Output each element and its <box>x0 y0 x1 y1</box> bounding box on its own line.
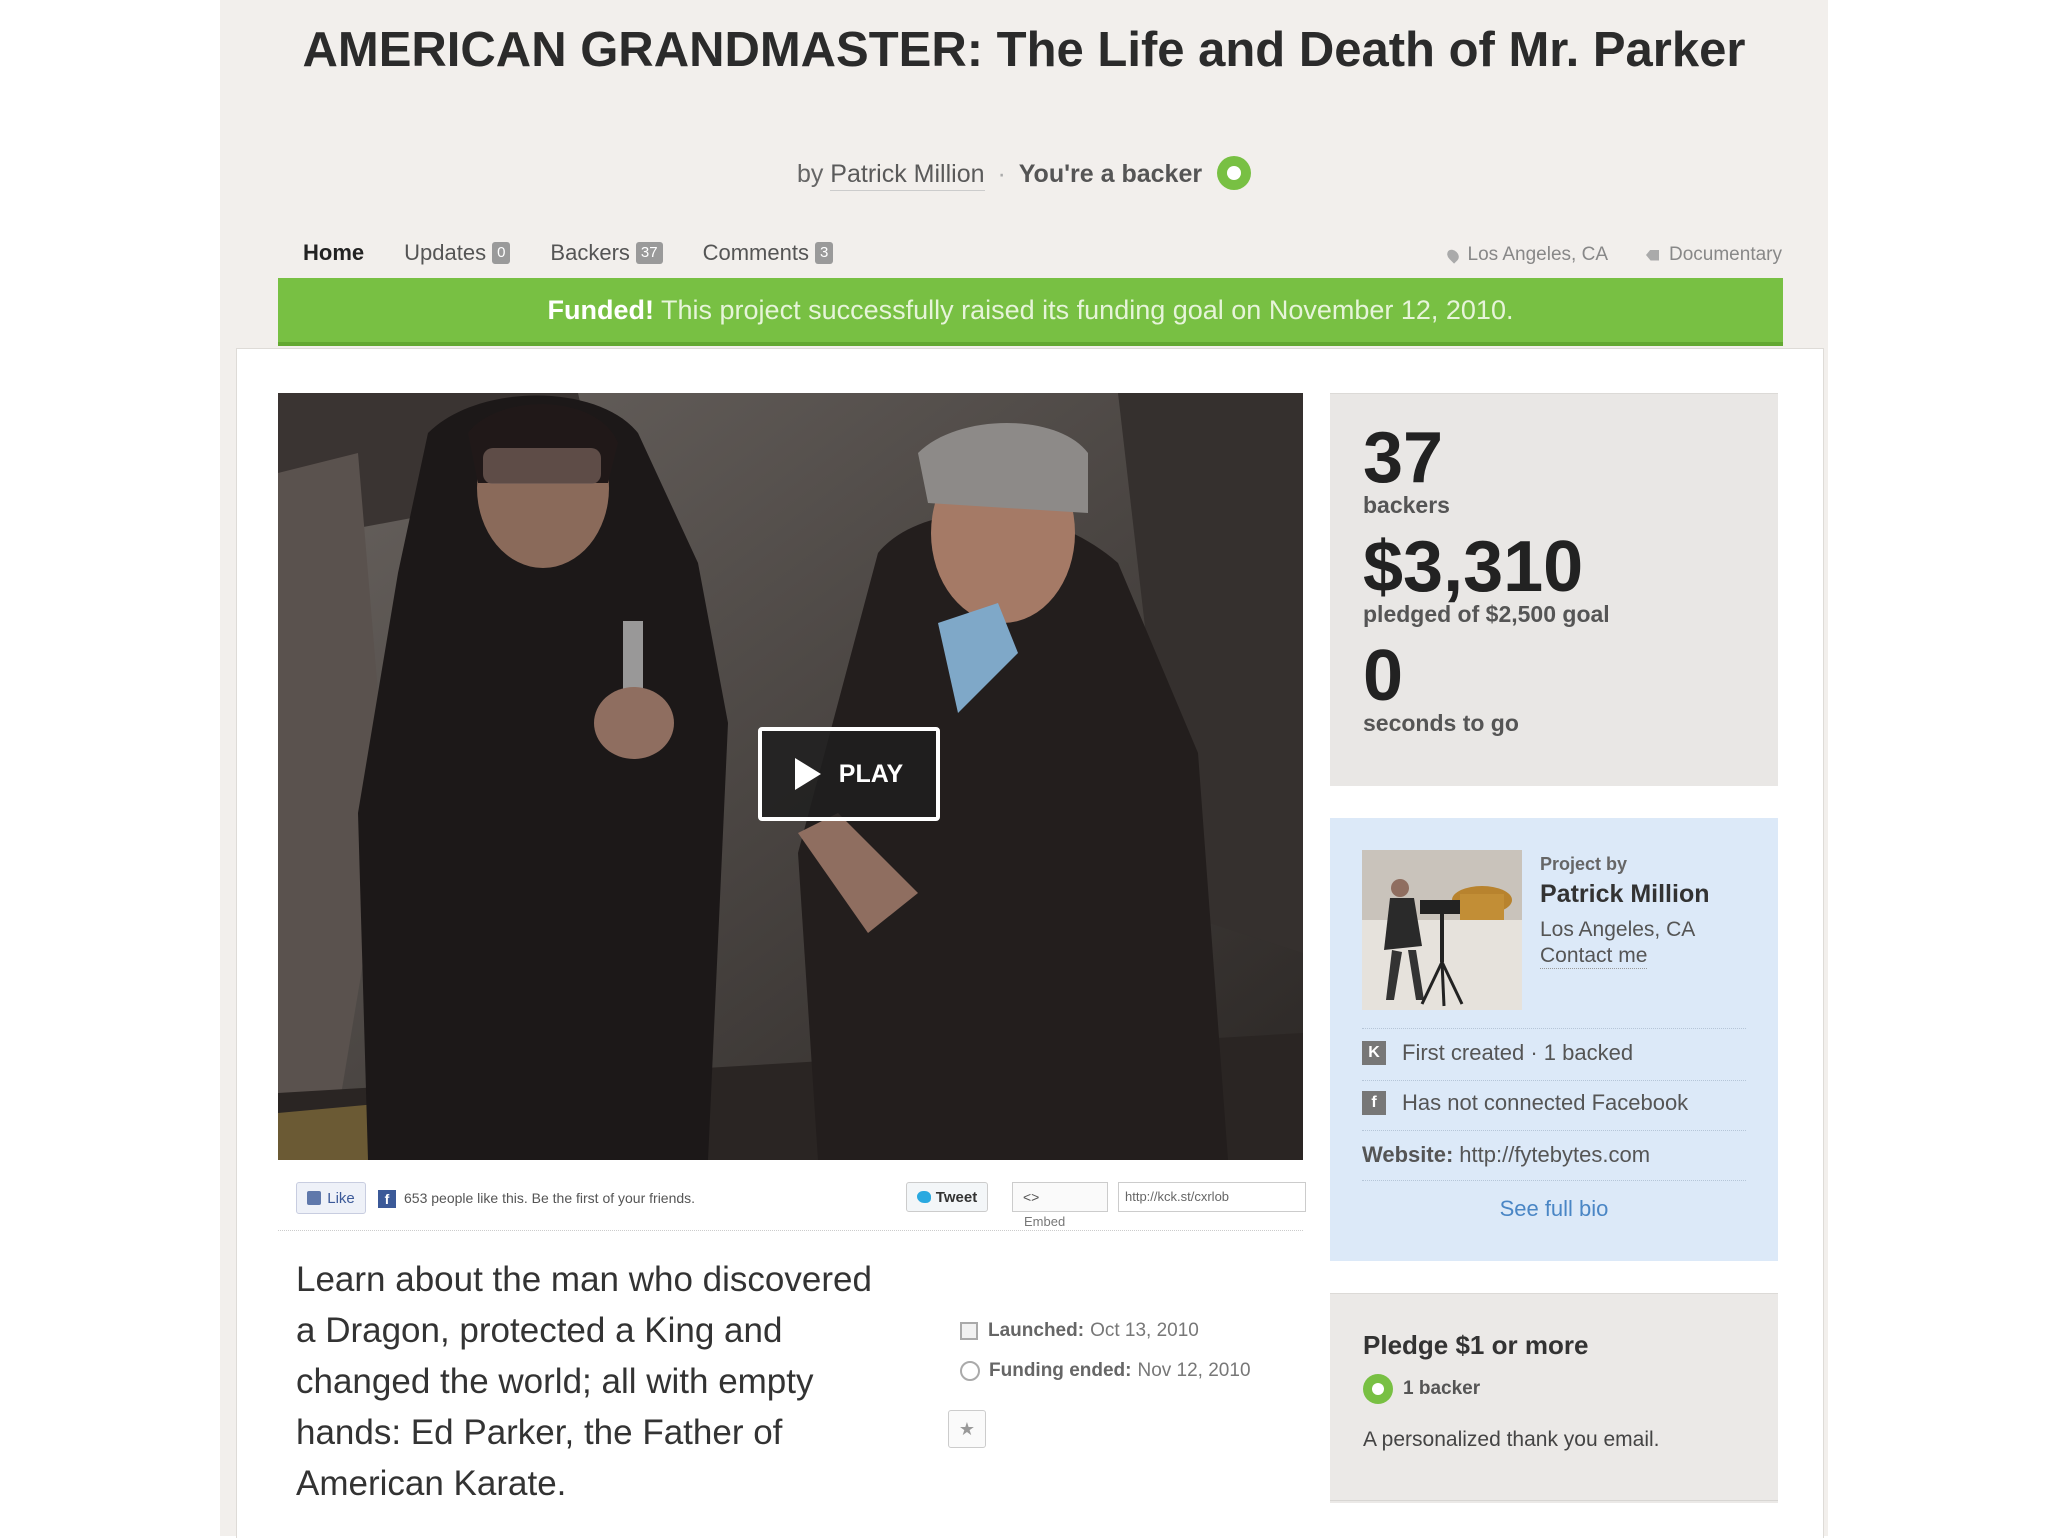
creator-name[interactable]: Patrick Million <box>1540 880 1709 909</box>
project-blurb: Learn about the man who discovered a Dra… <box>296 1260 872 1503</box>
tab-home-label: Home <box>303 240 365 265</box>
creator-divider <box>1362 1028 1746 1029</box>
creator-divider <box>1362 1080 1746 1081</box>
like-button[interactable]: Like <box>296 1182 366 1214</box>
launched-date: Oct 13, 2010 <box>1090 1320 1199 1341</box>
page: AMERICAN GRANDMASTER: The Life and Death… <box>220 0 1828 1538</box>
short-url-field[interactable]: http://kck.st/cxrlob <box>1118 1182 1306 1212</box>
creator-avatar[interactable] <box>1362 850 1522 1010</box>
thumbs-up-icon <box>307 1191 322 1205</box>
ended-row: Funding ended: Nov 12, 2010 <box>960 1360 1251 1382</box>
pledged-amount: $3,310 <box>1363 527 1584 607</box>
tweet-button[interactable]: Tweet <box>906 1182 988 1212</box>
twitter-bird-icon <box>916 1191 931 1203</box>
star-icon: ★ <box>958 1419 976 1439</box>
website-link[interactable]: http://fytebytes.com <box>1459 1142 1650 1168</box>
creator-facebook: f Has not connected Facebook <box>1362 1090 1688 1116</box>
launched-label: Launched: <box>988 1320 1085 1341</box>
creator-photo <box>1362 850 1522 1010</box>
backers-count: 37 <box>1363 418 1444 498</box>
reward-title: Pledge $1 or more <box>1363 1330 1589 1360</box>
project-by-label: Project by <box>1540 854 1628 874</box>
tag-icon <box>1646 249 1659 261</box>
tab-comments-label: Comments <box>702 240 809 265</box>
reward-box[interactable]: Pledge $1 or more 1 backer A personalize… <box>1330 1293 1778 1503</box>
tab-updates-label: Updates <box>404 240 487 265</box>
author-link[interactable]: Patrick Million <box>830 160 985 191</box>
comments-count-badge: 3 <box>814 242 834 264</box>
location-link[interactable]: Los Angeles, CA <box>1444 244 1608 266</box>
category-label: Documentary <box>1669 244 1782 265</box>
funded-message: This project successfully raised its fun… <box>661 295 1514 325</box>
time-remaining: 0 <box>1363 636 1404 716</box>
reward-backers: 1 backer <box>1363 1374 1480 1404</box>
pledged-label: pledged of $2,500 goal <box>1363 601 1610 627</box>
creator-divider <box>1362 1130 1746 1131</box>
history-text: First created · 1 backed <box>1402 1040 1634 1065</box>
by-label: by <box>796 160 824 188</box>
facebook-icon: f <box>1362 1091 1386 1115</box>
project-meta: Los Angeles, CA Documentary <box>1410 244 1782 266</box>
creator-history: K First created · 1 backed <box>1362 1040 1633 1066</box>
embed-button[interactable]: <> <box>1012 1182 1108 1212</box>
category-link[interactable]: Documentary <box>1646 244 1782 266</box>
backers-count-badge: 37 <box>635 242 663 264</box>
divider <box>278 1230 1303 1231</box>
backer-status: You're a backer <box>1018 160 1203 188</box>
facebook-icon: f <box>378 1190 396 1208</box>
tab-updates[interactable]: Updates 0 <box>404 240 511 266</box>
backer-badge-icon <box>1217 156 1252 190</box>
tab-home[interactable]: Home <box>303 240 364 266</box>
video-player[interactable]: PLAY <box>278 393 1303 1160</box>
play-button[interactable]: PLAY <box>758 727 940 821</box>
project-dates: Launched: Oct 13, 2010 Funding ended: Nov … <box>960 1320 1251 1400</box>
tab-backers-label: Backers <box>550 240 630 265</box>
tab-backers[interactable]: Backers 37 <box>550 240 663 266</box>
clock-icon <box>960 1361 980 1381</box>
updates-count-badge: 0 <box>492 242 511 264</box>
like-label: Like <box>327 1189 355 1207</box>
tab-comments[interactable]: Comments 3 <box>703 240 834 266</box>
location-pin-icon <box>1444 246 1461 264</box>
see-full-bio-link[interactable]: See full bio <box>1330 1196 1778 1222</box>
backers-label: backers <box>1363 492 1450 518</box>
embed-label: Embed <box>1024 1214 1066 1229</box>
launched-row: Launched: Oct 13, 2010 <box>960 1320 1251 1342</box>
kickstarter-icon: K <box>1362 1041 1386 1065</box>
ended-label: Funding ended: <box>989 1360 1132 1381</box>
star-button[interactable]: ★ <box>948 1410 986 1448</box>
funded-banner: Funded! This project successfully raised… <box>278 278 1783 346</box>
stats-box: 37 backers $3,310 pledged of $2,500 goal… <box>1330 393 1778 786</box>
creator-location: Los Angeles, CA <box>1540 918 1696 941</box>
ended-date: Nov 12, 2010 <box>1137 1360 1251 1381</box>
facebook-text: Has not connected Facebook <box>1402 1090 1689 1115</box>
reward-description: A personalized thank you email. <box>1363 1428 1660 1451</box>
byline: by Patrick Million · You're a backer <box>220 156 1828 191</box>
reward-backers-label: 1 backer <box>1403 1378 1481 1399</box>
funded-label: Funded! <box>547 295 654 325</box>
location-label: Los Angeles, CA <box>1467 244 1608 265</box>
play-icon <box>794 758 821 790</box>
time-label: seconds to go <box>1363 710 1519 736</box>
likes-text: 653 people like this. Be the first of yo… <box>404 1190 696 1206</box>
creator-website: Website: http://fytebytes.com <box>1362 1142 1650 1168</box>
backer-badge-icon <box>1363 1374 1393 1404</box>
separator: · <box>997 160 1006 188</box>
share-bar: Like f 653 people like this. Be the firs… <box>296 1180 1306 1229</box>
creator-box: Project by Patrick Million Los Angeles, … <box>1330 818 1778 1261</box>
contact-link[interactable]: Contact me <box>1540 944 1648 969</box>
creator-divider <box>1362 1180 1746 1181</box>
reward-divider <box>1330 1500 1778 1501</box>
calendar-icon <box>960 1322 978 1340</box>
project-nav: Home Updates 0 Backers 37 Comments 3 <box>303 240 873 266</box>
project-title: AMERICAN GRANDMASTER: The Life and Death… <box>302 23 1746 77</box>
play-label: PLAY <box>838 759 904 788</box>
tweet-label: Tweet <box>935 1188 978 1206</box>
website-label: Website: <box>1362 1142 1454 1167</box>
